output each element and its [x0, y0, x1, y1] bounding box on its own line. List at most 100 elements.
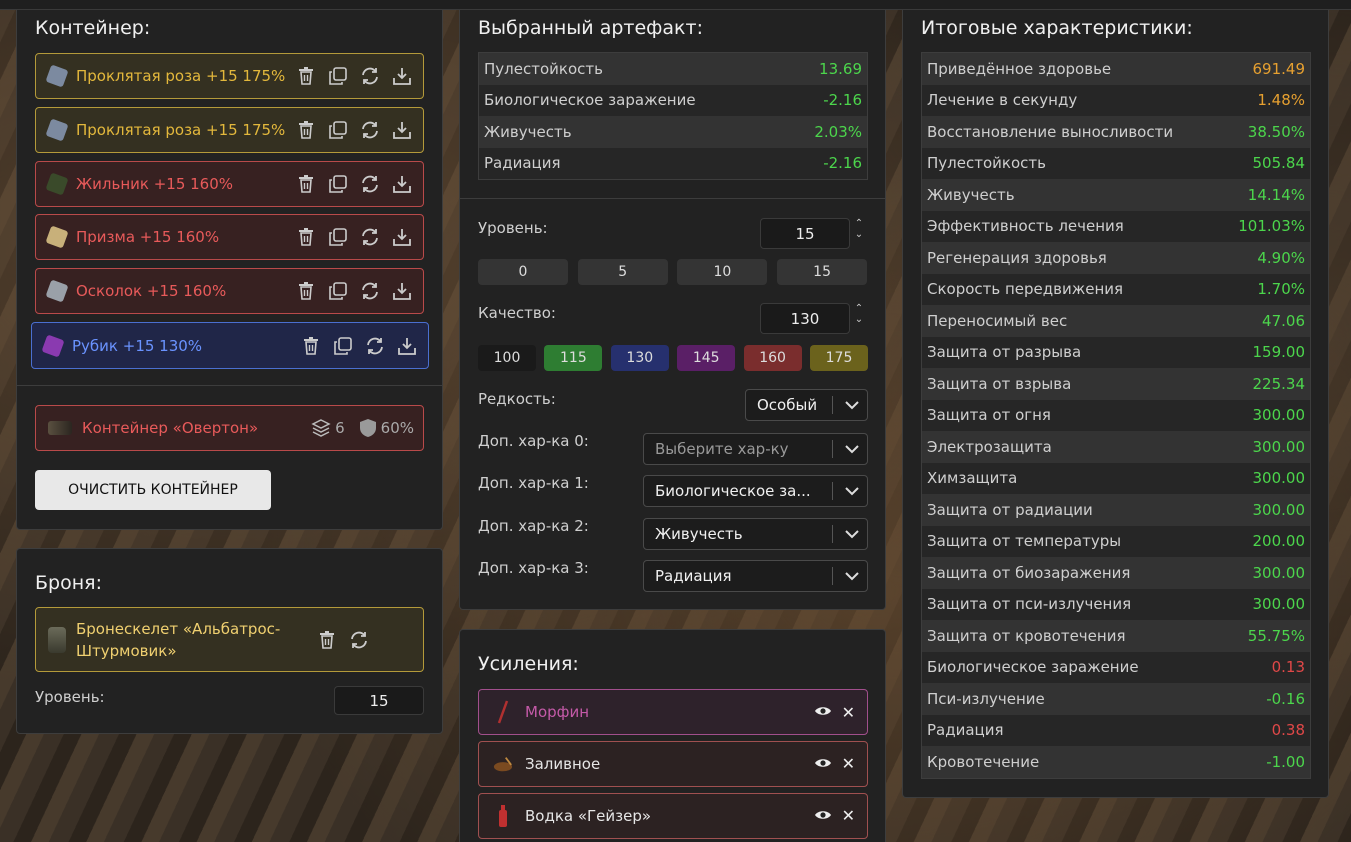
stat-name: Химзащита — [927, 469, 1018, 488]
artifact-item[interactable]: Жильник +15 160% — [35, 160, 424, 207]
level-preset-button[interactable]: 15 — [777, 259, 868, 285]
container-panel: Контейнер: Проклятая роза +15 175% Прокля… — [16, 10, 443, 530]
extra-stat-label: Доп. хар-ка 1: — [478, 474, 589, 493]
stat-row: Защита от радиации 300.00 — [922, 494, 1310, 526]
stat-name: Радиация — [484, 154, 561, 173]
quality-preset-button[interactable]: 100 — [478, 345, 536, 371]
copy-icon[interactable] — [327, 173, 349, 195]
replace-icon[interactable] — [359, 226, 381, 248]
armor-level-input[interactable]: 15 — [334, 686, 424, 715]
artifact-item[interactable]: Осколок +15 160% — [35, 268, 424, 315]
trash-icon[interactable] — [295, 280, 317, 302]
rarity-value: Особый — [757, 396, 818, 414]
trash-icon[interactable] — [295, 65, 317, 87]
stat-value: -1.00 — [1266, 752, 1305, 771]
level-preset-button[interactable]: 10 — [677, 259, 768, 285]
container-item[interactable]: Контейнер «Овертон» 6 60% — [35, 405, 424, 451]
artifact-item[interactable]: Рубик +15 130% — [31, 322, 429, 369]
clear-container-button[interactable]: ОЧИСТИТЬ КОНТЕЙНЕР — [35, 470, 271, 510]
armor-item[interactable]: Бронескелет «Альбатрос-Штурмовик» — [35, 607, 424, 672]
replace-icon[interactable] — [359, 280, 381, 302]
download-icon[interactable] — [391, 119, 413, 141]
stat-name: Скорость передвижения — [927, 280, 1124, 299]
stat-row: Переносимый вес 47.06 — [922, 305, 1310, 337]
extra-stat-select[interactable]: Выберите хар-ку — [643, 433, 868, 465]
protection-value: 60% — [380, 419, 414, 437]
stat-value: 225.34 — [1252, 374, 1306, 393]
stat-name: Защита от разрыва — [927, 343, 1082, 362]
download-icon[interactable] — [391, 65, 413, 87]
close-icon[interactable]: ✕ — [842, 754, 855, 773]
artifact-item[interactable]: Проклятая роза +15 175% — [35, 106, 424, 153]
eye-icon[interactable] — [814, 703, 832, 721]
stat-value: 200.00 — [1252, 532, 1306, 551]
quality-preset-button[interactable]: 115 — [544, 345, 603, 371]
artifact-name: Осколок +15 160% — [76, 282, 227, 301]
quality-input[interactable]: 130 — [760, 303, 850, 334]
artifact-icon — [41, 333, 65, 358]
level-preset-button[interactable]: 5 — [577, 259, 668, 285]
trash-icon[interactable] — [316, 629, 338, 651]
download-icon[interactable] — [391, 173, 413, 195]
artifact-item[interactable]: Проклятая роза +15 175% — [35, 53, 424, 99]
quality-preset-button[interactable]: 145 — [677, 345, 736, 371]
stat-row: Лечение в секунду 1.48% — [922, 84, 1310, 116]
artifact-icon — [45, 118, 69, 142]
level-preset-button[interactable]: 0 — [478, 259, 568, 285]
stat-name: Защита от биозаражения — [927, 563, 1131, 582]
artifact-item[interactable]: Призма +15 160% — [35, 214, 424, 261]
rarity-select[interactable]: Особый — [745, 389, 868, 421]
boost-item[interactable]: Водка «Гейзер» ✕ — [478, 792, 868, 839]
stat-value: 505.84 — [1252, 154, 1306, 173]
trash-icon[interactable] — [295, 226, 317, 248]
trash-icon[interactable] — [300, 335, 322, 357]
level-input[interactable]: 15 — [760, 218, 850, 249]
boost-item[interactable]: Заливное ✕ — [478, 740, 868, 787]
close-icon[interactable]: ✕ — [842, 703, 855, 722]
quality-preset-button[interactable]: 130 — [610, 345, 669, 371]
stat-name: Эффективность лечения — [927, 217, 1124, 236]
stat-name: Живучесть — [484, 122, 572, 141]
replace-icon[interactable] — [364, 335, 386, 357]
stat-value: 47.06 — [1262, 311, 1305, 330]
stat-row: Электрозащита 300.00 — [922, 431, 1310, 463]
quality-stepper[interactable]: ⌃ ⌄ — [852, 303, 866, 325]
copy-icon[interactable] — [327, 119, 349, 141]
copy-icon[interactable] — [332, 335, 354, 357]
stat-name: Живучесть — [927, 185, 1015, 204]
stat-value: 1.70% — [1257, 280, 1305, 299]
eye-icon[interactable] — [814, 807, 832, 825]
download-icon[interactable] — [396, 335, 418, 357]
download-icon[interactable] — [391, 226, 413, 248]
eye-icon[interactable] — [814, 755, 832, 773]
stat-value: 38.50% — [1247, 122, 1305, 141]
container-title: Контейнер: — [35, 17, 151, 39]
boost-name: Водка «Гейзер» — [525, 806, 652, 825]
download-icon[interactable] — [391, 280, 413, 302]
chevron-down-icon — [841, 567, 863, 585]
extra-stat-select[interactable]: Биологическое за... — [643, 475, 868, 508]
replace-icon[interactable] — [359, 173, 381, 195]
copy-icon[interactable] — [327, 65, 349, 87]
divider — [17, 385, 442, 386]
stat-name: Лечение в секунду — [927, 91, 1078, 110]
stat-value: 300.00 — [1252, 406, 1306, 425]
replace-icon[interactable] — [348, 629, 370, 651]
replace-icon[interactable] — [359, 65, 381, 87]
replace-icon[interactable] — [359, 119, 381, 141]
extra-stat-select[interactable]: Радиация — [643, 559, 868, 592]
trash-icon[interactable] — [295, 119, 317, 141]
quality-preset-button[interactable]: 160 — [743, 345, 802, 371]
totals-title: Итоговые характеристики: — [921, 17, 1193, 39]
copy-icon[interactable] — [327, 280, 349, 302]
selected-artifact-panel: Выбранный артефакт: Пулестойкость 13.69 Би… — [459, 10, 886, 610]
copy-icon[interactable] — [327, 226, 349, 248]
extra-stat-select[interactable]: Живучесть — [643, 517, 868, 550]
boost-item[interactable]: Морфин ✕ — [478, 689, 868, 735]
stat-row: Регенерация здоровья 4.90% — [922, 242, 1310, 274]
level-stepper[interactable]: ⌃ ⌄ — [852, 218, 866, 240]
quality-preset-button[interactable]: 175 — [810, 345, 868, 371]
shield-icon — [359, 418, 377, 438]
trash-icon[interactable] — [295, 173, 317, 195]
close-icon[interactable]: ✕ — [842, 806, 855, 825]
